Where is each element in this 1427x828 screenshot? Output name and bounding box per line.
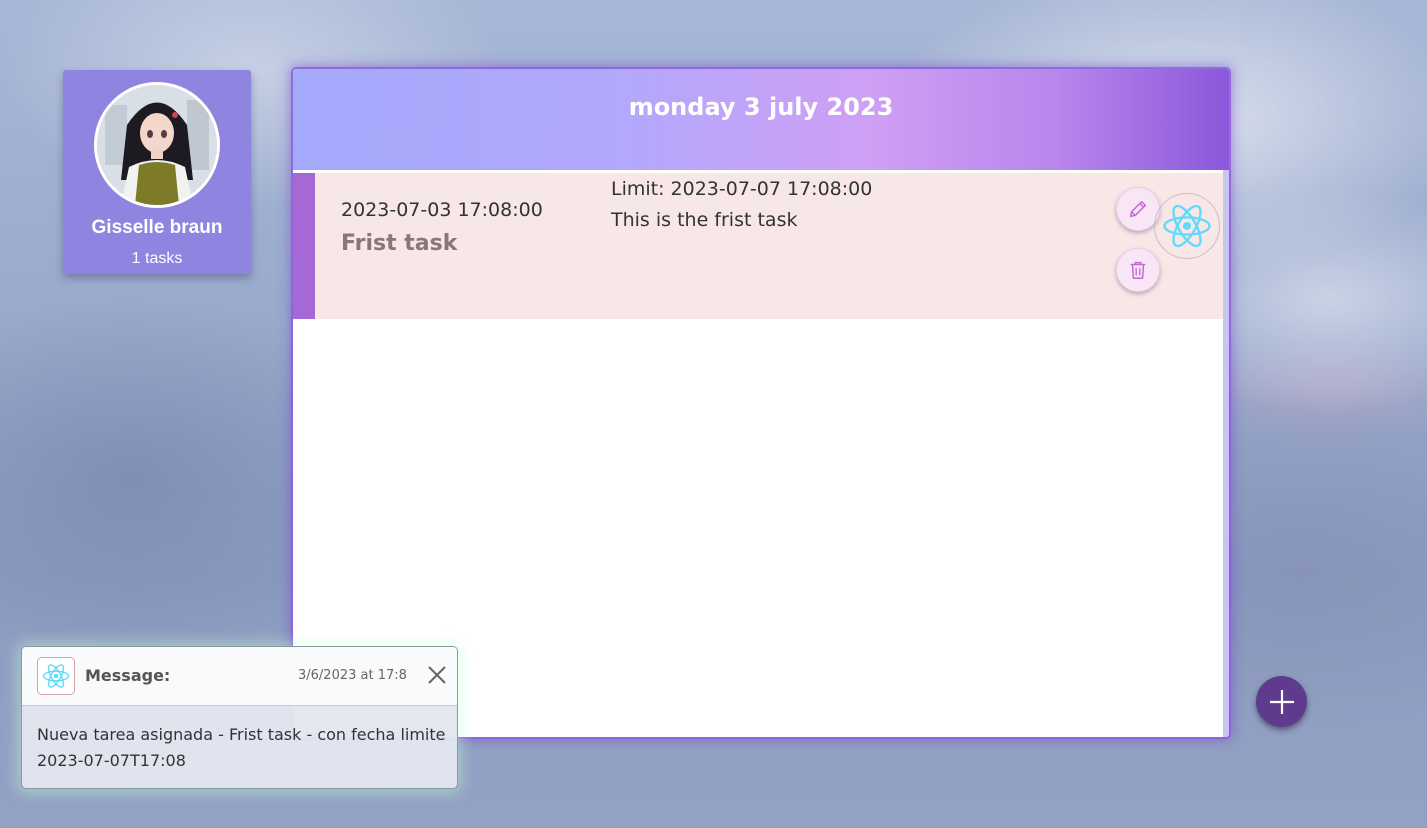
avatar-illustration — [97, 85, 217, 205]
task-limit-date: Limit: 2023-07-07 17:08:00 — [611, 178, 873, 200]
board-scrollbar[interactable] — [1223, 170, 1229, 737]
avatar — [94, 82, 220, 208]
toast-timestamp: 3/6/2023 at 17:8 — [298, 668, 407, 683]
plus-icon — [1269, 689, 1294, 714]
react-logo-badge — [1154, 193, 1220, 259]
profile-task-count: 1 tasks — [131, 250, 183, 267]
react-logo-icon — [42, 664, 70, 688]
notification-toast: Message: 3/6/2023 at 17:8 Nueva tarea as… — [21, 646, 458, 789]
task-description: This is the frist task — [611, 209, 798, 231]
react-logo-icon — [1163, 204, 1211, 248]
toast-message: Nueva tarea asignada - Frist task - con … — [37, 725, 446, 770]
task-card[interactable]: 2023-07-03 17:08:00 Frist task Limit: 20… — [293, 173, 1223, 319]
profile-card[interactable]: Gisselle braun 1 tasks — [63, 70, 251, 274]
toast-header: Message: 3/6/2023 at 17:8 — [22, 647, 457, 706]
pencil-icon — [1129, 200, 1147, 218]
close-icon — [428, 666, 446, 684]
board-header: monday 3 july 2023 — [293, 69, 1229, 170]
profile-name: Gisselle braun — [91, 217, 223, 238]
task-created-date: 2023-07-03 17:08:00 — [341, 199, 543, 221]
toast-close-button[interactable] — [426, 664, 448, 686]
task-board: monday 3 july 2023 2023-07-03 17:08:00 F… — [293, 69, 1229, 737]
task-title: Frist task — [341, 231, 458, 256]
toast-app-icon — [37, 657, 75, 695]
task-accent-bar — [293, 173, 315, 319]
board-date-title: monday 3 july 2023 — [628, 93, 894, 121]
delete-task-button[interactable] — [1116, 248, 1160, 292]
toast-label: Message: — [85, 666, 171, 685]
add-task-button[interactable] — [1256, 676, 1307, 727]
trash-icon — [1130, 261, 1146, 279]
